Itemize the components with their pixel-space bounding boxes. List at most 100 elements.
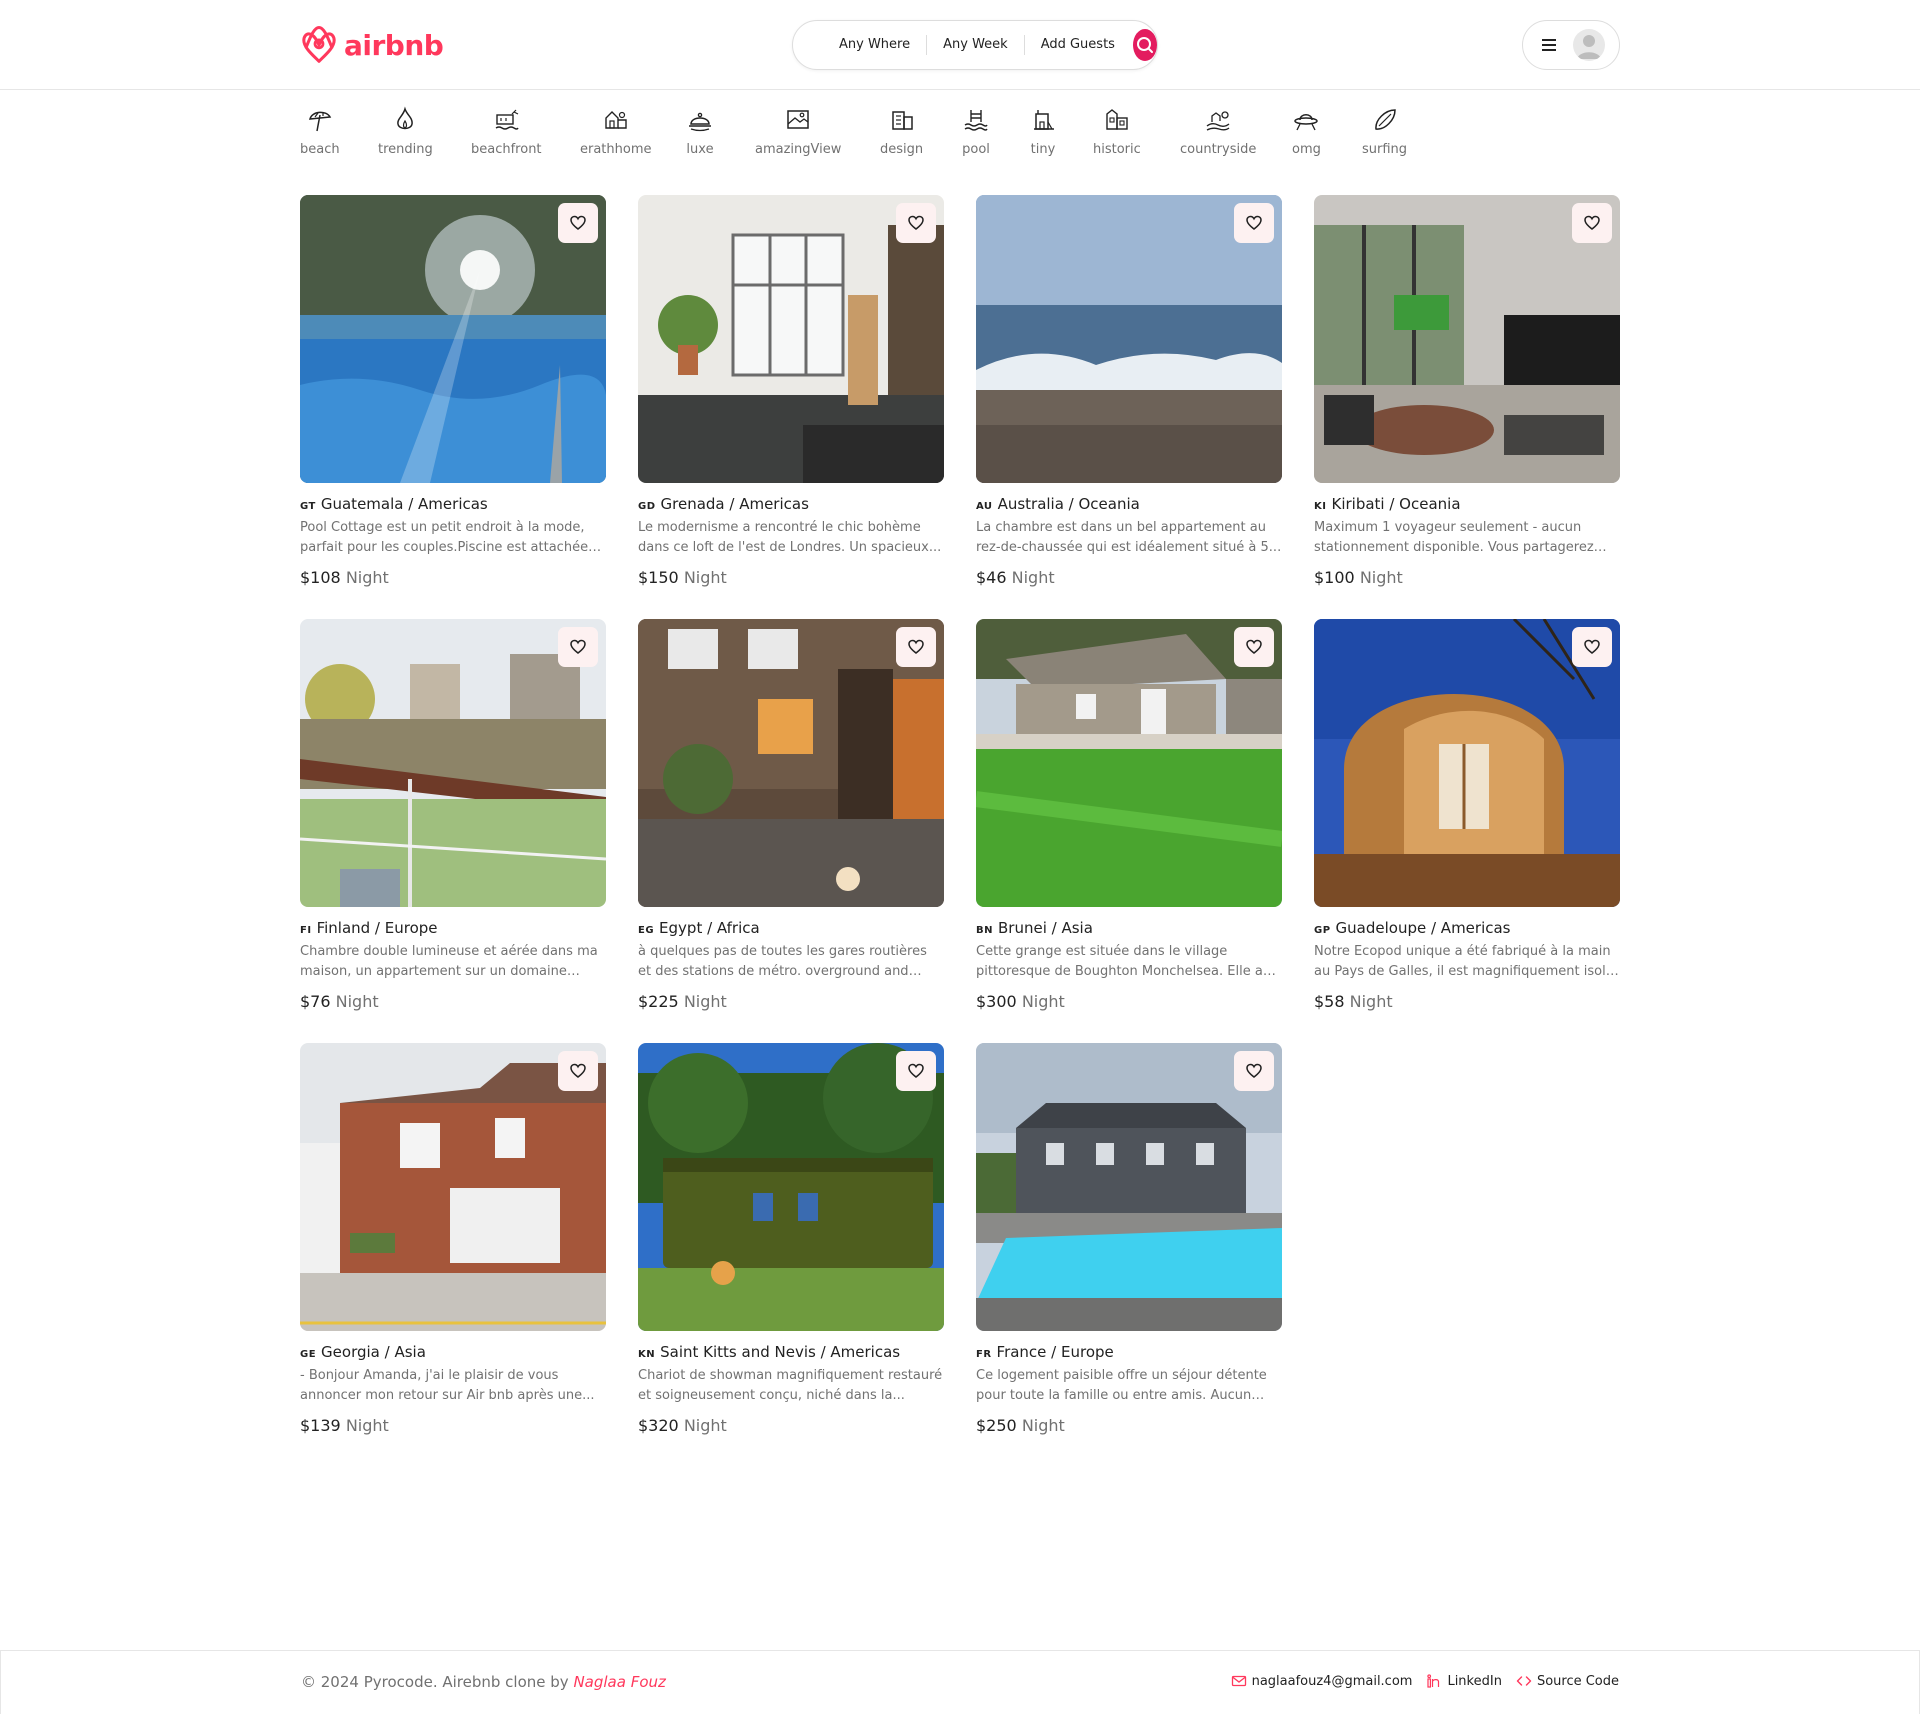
country-code: KN (638, 1349, 656, 1360)
mail-icon (1231, 1675, 1246, 1687)
pool-icon (964, 110, 988, 131)
location-text: Grenada / Americas (660, 495, 809, 513)
listing-card[interactable]: KN Saint Kitts and Nevis / Americas Chari… (638, 1043, 944, 1435)
listing-price: $139 Night (300, 1416, 606, 1435)
favorite-button[interactable] (1234, 203, 1274, 243)
favorite-button[interactable] (558, 203, 598, 243)
user-menu-button[interactable] (1522, 20, 1620, 70)
category-label: beach (300, 142, 340, 157)
favorite-button[interactable] (896, 627, 936, 667)
listing-location: FI Finland / Europe (300, 919, 606, 937)
price-value: $76 (300, 992, 331, 1011)
airbnb-logo[interactable]: airbnb (300, 24, 444, 66)
category-surfing[interactable]: surfing (1362, 106, 1407, 157)
listing-card[interactable]: EG Egypt / Africa à quelques pas de toute… (638, 619, 944, 1011)
author-link[interactable]: Naglaa Fouz (573, 1673, 665, 1691)
listing-card[interactable]: BN Brunei / Asia Cette grange est située … (976, 619, 1282, 1011)
search-anyweek[interactable]: Any Week (927, 35, 1025, 55)
flame-icon (397, 106, 414, 130)
category-beachfront[interactable]: beachfront (471, 106, 542, 157)
email-link[interactable]: naglaafouz4@gmail.com (1231, 1673, 1412, 1689)
price-value: $46 (976, 568, 1007, 587)
category-erathhome[interactable]: erathhome (580, 106, 652, 157)
listing-photo[interactable] (300, 619, 606, 907)
listing-card[interactable]: FI Finland / Europe Chambre double lumine… (300, 619, 606, 1011)
price-unit: Night (1359, 568, 1403, 587)
footer-links: naglaafouz4@gmail.com LinkedIn Source Co… (1231, 1673, 1619, 1689)
listing-card[interactable]: GD Grenada / Americas Le modernisme a ren… (638, 195, 944, 587)
search-button[interactable] (1132, 29, 1157, 61)
search-bar[interactable]: Any Where Any Week Add Guests (792, 20, 1158, 70)
category-pool[interactable]: pool (962, 106, 990, 157)
listing-card[interactable]: GT Guatemala / Americas Pool Cottage est … (300, 195, 606, 587)
listing-photo[interactable] (638, 195, 944, 483)
favorite-button[interactable] (896, 1051, 936, 1091)
favorite-button[interactable] (1572, 627, 1612, 667)
listing-description: La chambre est dans un bel appartement a… (976, 520, 1282, 555)
search-add-guests[interactable]: Add Guests (1025, 35, 1131, 55)
favorite-button[interactable] (1572, 203, 1612, 243)
location-text: Finland / Europe (316, 919, 438, 937)
category-tiny[interactable]: tiny (1029, 106, 1057, 157)
category-omg[interactable]: omg (1292, 106, 1321, 157)
heart-icon (1246, 1063, 1262, 1078)
listing-description: - Bonjour Amanda, j'ai le plaisir de vou… (300, 1368, 595, 1403)
linkedin-text: LinkedIn (1447, 1673, 1502, 1689)
bell-icon (689, 112, 711, 132)
listing-photo[interactable] (1314, 195, 1620, 483)
country-code: AU (976, 501, 993, 512)
favorite-button[interactable] (558, 627, 598, 667)
location-text: France / Europe (996, 1343, 1114, 1361)
category-beach[interactable]: beach (300, 106, 340, 157)
price-unit: Night (345, 1416, 389, 1435)
location-text: Brunei / Asia (998, 919, 1093, 937)
search-icon (1136, 37, 1153, 53)
listing-photo[interactable] (1314, 619, 1620, 907)
listing-card[interactable]: GE Georgia / Asia - Bonjour Amanda, j'ai … (300, 1043, 606, 1435)
category-luxe[interactable]: luxe (686, 106, 714, 157)
user-icon (1577, 35, 1601, 59)
category-label: design (880, 142, 924, 157)
listing-description: Cette grange est située dans le village … (976, 944, 1263, 979)
favorite-button[interactable] (1234, 627, 1274, 667)
price-value: $320 (638, 1416, 679, 1435)
category-historic[interactable]: historic (1093, 106, 1141, 157)
airbnb-logo-icon (302, 25, 336, 63)
listing-photo[interactable] (976, 619, 1282, 907)
listing-card[interactable]: AU Australia / Oceania La chambre est dan… (976, 195, 1282, 587)
listing-location: EG Egypt / Africa (638, 919, 944, 937)
heart-icon (1246, 215, 1262, 230)
price-value: $108 (300, 568, 341, 587)
country-code: FI (300, 925, 312, 936)
heart-icon (570, 1063, 586, 1078)
search-anywhere[interactable]: Any Where (823, 35, 928, 55)
category-amazingview[interactable]: amazingView (755, 106, 841, 157)
category-label: amazingView (755, 142, 842, 157)
listing-price: $300 Night (976, 992, 1282, 1011)
listing-description: Ce logement paisible offre un séjour dét… (976, 1368, 1267, 1403)
hamburger-icon (1542, 39, 1556, 51)
listing-photo[interactable] (300, 1043, 606, 1331)
price-value: $250 (976, 1416, 1017, 1435)
listing-photo[interactable] (976, 1043, 1282, 1331)
price-unit: Night (1011, 568, 1055, 587)
source-code-link[interactable]: Source Code (1516, 1673, 1619, 1689)
listing-photo[interactable] (300, 195, 606, 483)
listing-photo[interactable] (638, 619, 944, 907)
category-countryside[interactable]: countryside (1180, 106, 1256, 157)
category-trending[interactable]: trending (378, 106, 433, 157)
category-design[interactable]: design (880, 106, 923, 157)
favorite-button[interactable] (1234, 1051, 1274, 1091)
listing-photo[interactable] (638, 1043, 944, 1331)
favorite-button[interactable] (558, 1051, 598, 1091)
historic-icon (1106, 109, 1128, 130)
heart-icon (908, 1063, 924, 1078)
linkedin-link[interactable]: LinkedIn (1426, 1673, 1502, 1689)
listing-photo[interactable] (976, 195, 1282, 483)
location-text: Guatemala / Americas (320, 495, 488, 513)
listing-card[interactable]: FR France / Europe Ce logement paisible o… (976, 1043, 1282, 1435)
listing-card[interactable]: GP Guadeloupe / Americas Notre Ecopod uni… (1314, 619, 1620, 1011)
location-text: Kiribati / Oceania (1331, 495, 1461, 513)
favorite-button[interactable] (896, 203, 936, 243)
listing-card[interactable]: KI Kiribati / Oceania Maximum 1 voyageur … (1314, 195, 1620, 587)
